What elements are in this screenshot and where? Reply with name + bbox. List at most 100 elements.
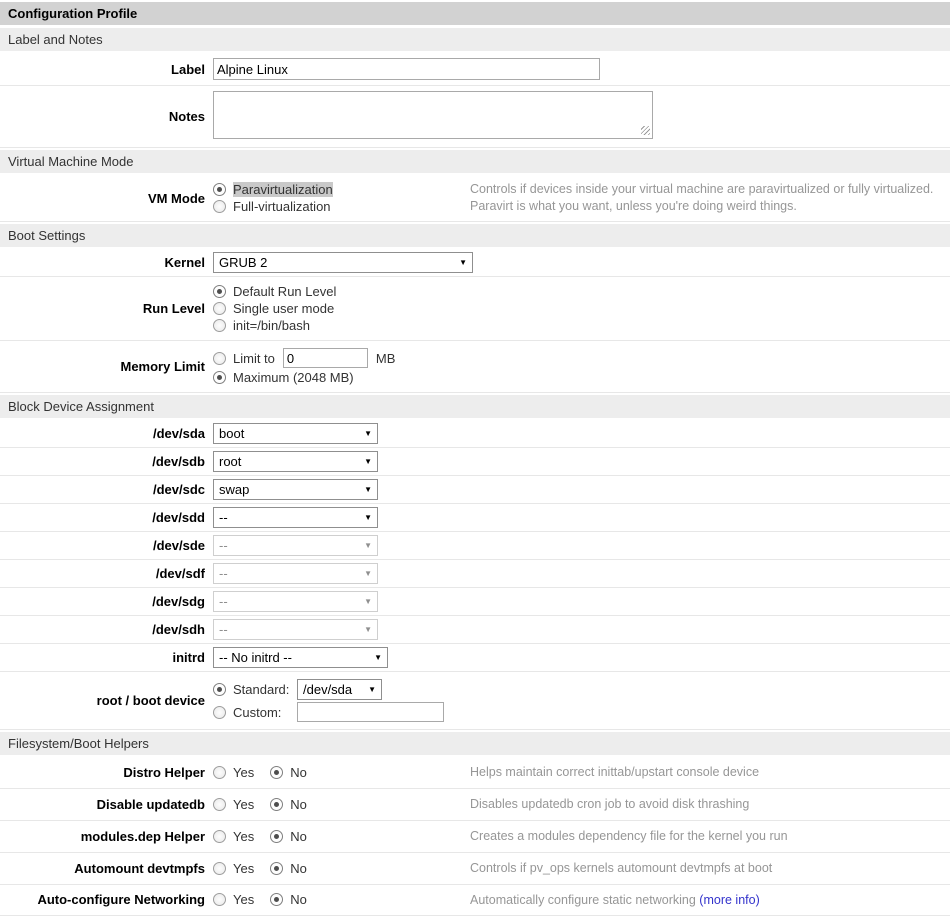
dev-sdf-label: /dev/sdf xyxy=(0,566,213,581)
modules-dep-helper-row: modules.dep Helper Yes No Creates a modu… xyxy=(0,821,950,853)
kernel-select[interactable]: GRUB 2 ▼ xyxy=(213,252,473,273)
section-filesystem-boot-helpers: Filesystem/Boot Helpers xyxy=(0,732,950,755)
label-input[interactable] xyxy=(213,58,600,80)
custom-root-radio-label[interactable]: Custom: xyxy=(233,705,297,720)
run-level-label: Run Level xyxy=(0,301,213,316)
label-field-label: Label xyxy=(0,62,213,77)
modules-dep-helper-no-label[interactable]: No xyxy=(290,829,307,844)
auto-configure-networking-yes-radio[interactable] xyxy=(213,893,226,906)
modules-dep-helper-no-radio[interactable] xyxy=(270,830,283,843)
dropdown-arrow-icon: ▼ xyxy=(364,597,372,606)
run-level-row: Run Level Default Run Level Single user … xyxy=(0,277,950,341)
automount-devtmpfs-no-radio[interactable] xyxy=(270,862,283,875)
standard-root-radio[interactable] xyxy=(213,683,226,696)
auto-configure-networking-no-radio[interactable] xyxy=(270,893,283,906)
distro-helper-help-text: Helps maintain correct inittab/upstart c… xyxy=(470,764,950,781)
custom-root-radio[interactable] xyxy=(213,706,226,719)
disable-updatedb-no-radio[interactable] xyxy=(270,798,283,811)
disable-updatedb-no-label[interactable]: No xyxy=(290,797,307,812)
custom-root-input[interactable] xyxy=(297,702,444,722)
default-run-level-radio-label[interactable]: Default Run Level xyxy=(233,284,336,299)
disable-updatedb-yes-radio[interactable] xyxy=(213,798,226,811)
dev-sdh-label: /dev/sdh xyxy=(0,622,213,637)
dropdown-arrow-icon: ▼ xyxy=(364,569,372,578)
limit-to-radio-label[interactable]: Limit to xyxy=(233,351,275,366)
automount-devtmpfs-yes-label[interactable]: Yes xyxy=(233,861,254,876)
more-info-link[interactable]: (more info) xyxy=(699,893,759,907)
block-device-row-sda: /dev/sda boot ▼ xyxy=(0,420,950,448)
configuration-profile-page: Configuration Profile Label and Notes La… xyxy=(0,0,950,916)
dropdown-arrow-icon: ▼ xyxy=(364,513,372,522)
single-user-mode-radio[interactable] xyxy=(213,302,226,315)
block-device-row-sdf: /dev/sdf -- ▼ xyxy=(0,560,950,588)
auto-configure-networking-help-text: Automatically configure static networkin… xyxy=(470,892,950,909)
standard-root-radio-label[interactable]: Standard: xyxy=(233,682,297,697)
auto-configure-networking-yes-label[interactable]: Yes xyxy=(233,892,254,907)
auto-configure-networking-no-label[interactable]: No xyxy=(290,892,307,907)
maximum-memory-radio-label[interactable]: Maximum (2048 MB) xyxy=(233,370,354,385)
automount-devtmpfs-yes-radio[interactable] xyxy=(213,862,226,875)
initrd-label: initrd xyxy=(0,650,213,665)
dropdown-arrow-icon: ▼ xyxy=(364,541,372,550)
dropdown-arrow-icon: ▼ xyxy=(364,457,372,466)
full-virtualization-radio-label[interactable]: Full-virtualization xyxy=(233,199,331,214)
dev-sdd-label: /dev/sdd xyxy=(0,510,213,525)
init-bin-bash-radio[interactable] xyxy=(213,319,226,332)
notes-textarea[interactable] xyxy=(213,91,653,139)
memory-limit-row: Memory Limit Limit to MB Maximum (2048 M… xyxy=(0,341,950,393)
limit-to-radio[interactable] xyxy=(213,352,226,365)
dev-sda-label: /dev/sda xyxy=(0,426,213,441)
maximum-memory-radio[interactable] xyxy=(213,371,226,384)
dev-sde-select: -- ▼ xyxy=(213,535,378,556)
block-device-row-sdd: /dev/sdd -- ▼ xyxy=(0,504,950,532)
init-bin-bash-radio-label[interactable]: init=/bin/bash xyxy=(233,318,310,333)
automount-devtmpfs-label: Automount devtmpfs xyxy=(0,861,213,876)
distro-helper-yes-label[interactable]: Yes xyxy=(233,765,254,780)
automount-devtmpfs-help-text: Controls if pv_ops kernels automount dev… xyxy=(470,860,950,877)
section-block-device-assignment: Block Device Assignment xyxy=(0,395,950,418)
dev-sdb-label: /dev/sdb xyxy=(0,454,213,469)
default-run-level-radio[interactable] xyxy=(213,285,226,298)
page-title: Configuration Profile xyxy=(0,2,950,25)
notes-row: Notes xyxy=(0,86,950,148)
dev-sdc-label: /dev/sdc xyxy=(0,482,213,497)
distro-helper-yes-radio[interactable] xyxy=(213,766,226,779)
standard-root-select[interactable]: /dev/sda ▼ xyxy=(297,679,382,700)
initrd-select[interactable]: -- No initrd -- ▼ xyxy=(213,647,388,668)
block-device-row-sde: /dev/sde -- ▼ xyxy=(0,532,950,560)
standard-root-select-value: /dev/sda xyxy=(303,682,352,697)
initrd-select-value: -- No initrd -- xyxy=(219,650,292,665)
distro-helper-no-label[interactable]: No xyxy=(290,765,307,780)
memory-limit-input[interactable] xyxy=(283,348,368,368)
paravirtualization-radio-label[interactable]: Paravirtualization xyxy=(233,182,333,197)
block-device-row-sdh: /dev/sdh -- ▼ xyxy=(0,616,950,644)
dropdown-arrow-icon: ▼ xyxy=(364,485,372,494)
distro-helper-no-radio[interactable] xyxy=(270,766,283,779)
automount-devtmpfs-no-label[interactable]: No xyxy=(290,861,307,876)
dev-sdd-select-value: -- xyxy=(219,510,228,525)
paravirtualization-radio[interactable] xyxy=(213,183,226,196)
block-device-row-sdc: /dev/sdc swap ▼ xyxy=(0,476,950,504)
distro-helper-row: Distro Helper Yes No Helps maintain corr… xyxy=(0,757,950,789)
dev-sdc-select[interactable]: swap ▼ xyxy=(213,479,378,500)
root-boot-device-label: root / boot device xyxy=(0,693,213,708)
dev-sdb-select[interactable]: root ▼ xyxy=(213,451,378,472)
single-user-mode-radio-label[interactable]: Single user mode xyxy=(233,301,334,316)
full-virtualization-radio[interactable] xyxy=(213,200,226,213)
vm-mode-row: VM Mode Paravirtualization Full-virtuali… xyxy=(0,175,950,222)
modules-dep-helper-label: modules.dep Helper xyxy=(0,829,213,844)
notes-field-label: Notes xyxy=(0,109,213,124)
initrd-row: initrd -- No initrd -- ▼ xyxy=(0,644,950,672)
dev-sde-select-value: -- xyxy=(219,538,228,553)
dev-sda-select[interactable]: boot ▼ xyxy=(213,423,378,444)
dev-sdd-select[interactable]: -- ▼ xyxy=(213,507,378,528)
dev-sdb-select-value: root xyxy=(219,454,241,469)
memory-limit-label: Memory Limit xyxy=(0,359,213,374)
modules-dep-helper-yes-radio[interactable] xyxy=(213,830,226,843)
dev-sdg-label: /dev/sdg xyxy=(0,594,213,609)
block-device-row-sdb: /dev/sdb root ▼ xyxy=(0,448,950,476)
disable-updatedb-yes-label[interactable]: Yes xyxy=(233,797,254,812)
dev-sdf-select-value: -- xyxy=(219,566,228,581)
modules-dep-helper-yes-label[interactable]: Yes xyxy=(233,829,254,844)
section-boot-settings: Boot Settings xyxy=(0,224,950,247)
